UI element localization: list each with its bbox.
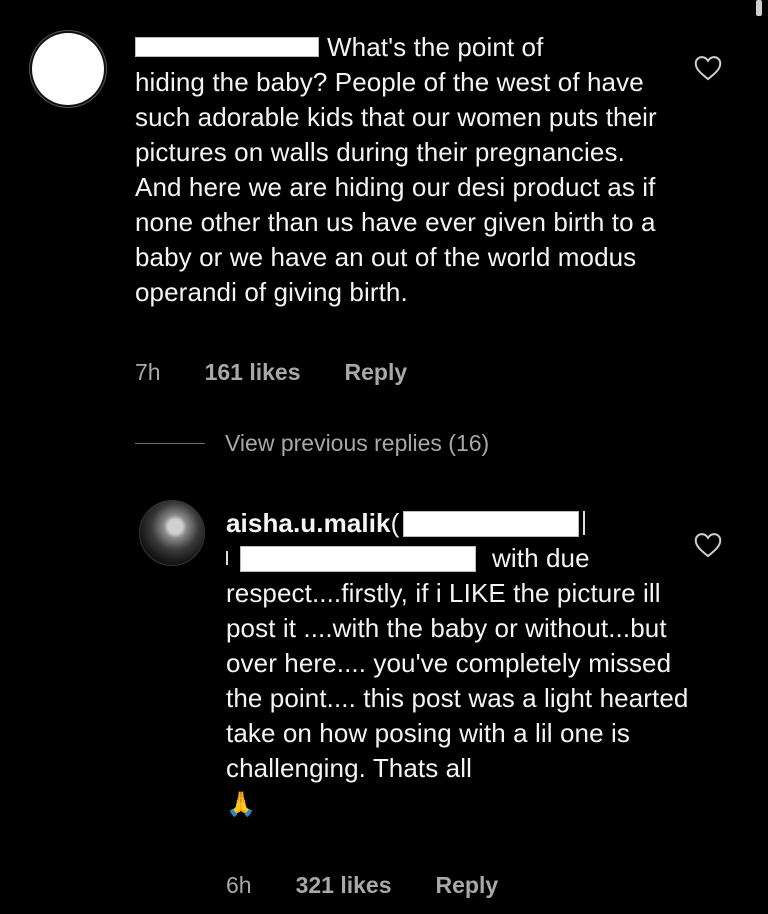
divider-line bbox=[135, 443, 205, 444]
redaction-edge bbox=[583, 511, 586, 536]
redaction-edge bbox=[226, 551, 228, 566]
comment-text: hiding the baby? People of the west of h… bbox=[135, 67, 657, 307]
comment-meta: 7h 161 likes Reply bbox=[135, 359, 407, 386]
folded-hands-emoji: 🙏 bbox=[226, 791, 256, 818]
reply-button[interactable]: Reply bbox=[345, 359, 408, 386]
username-paren: ( bbox=[390, 508, 400, 538]
comment-time: 7h bbox=[135, 359, 161, 385]
reply-second-line: with due bbox=[492, 543, 590, 573]
reply-button[interactable]: Reply bbox=[436, 872, 499, 899]
scrollbar[interactable] bbox=[756, 0, 762, 16]
view-previous-label: View previous replies (16) bbox=[225, 430, 490, 456]
likes-count[interactable]: 161 likes bbox=[205, 359, 301, 386]
avatar[interactable] bbox=[139, 500, 205, 566]
redacted-text bbox=[403, 510, 580, 537]
redacted-mention bbox=[240, 545, 476, 572]
likes-count[interactable]: 321 likes bbox=[296, 872, 392, 899]
username-link[interactable]: aisha.u.malik bbox=[226, 508, 391, 538]
reply-time: 6h bbox=[226, 872, 252, 898]
reply-meta: 6h 321 likes Reply bbox=[226, 872, 498, 899]
avatar[interactable] bbox=[32, 33, 104, 105]
view-previous-replies[interactable]: View previous replies (16) bbox=[135, 430, 489, 457]
reply-body: aisha.u.malik( with due respect....first… bbox=[226, 506, 696, 821]
comment-first-line: What's the point of bbox=[327, 32, 544, 62]
redacted-username bbox=[135, 37, 319, 58]
heart-icon[interactable] bbox=[694, 55, 722, 81]
heart-icon[interactable] bbox=[694, 532, 722, 558]
comment-body: What's the point of hiding the baby? Peo… bbox=[135, 30, 665, 310]
reply-text: respect....firstly, if i LIKE the pictur… bbox=[226, 578, 689, 783]
